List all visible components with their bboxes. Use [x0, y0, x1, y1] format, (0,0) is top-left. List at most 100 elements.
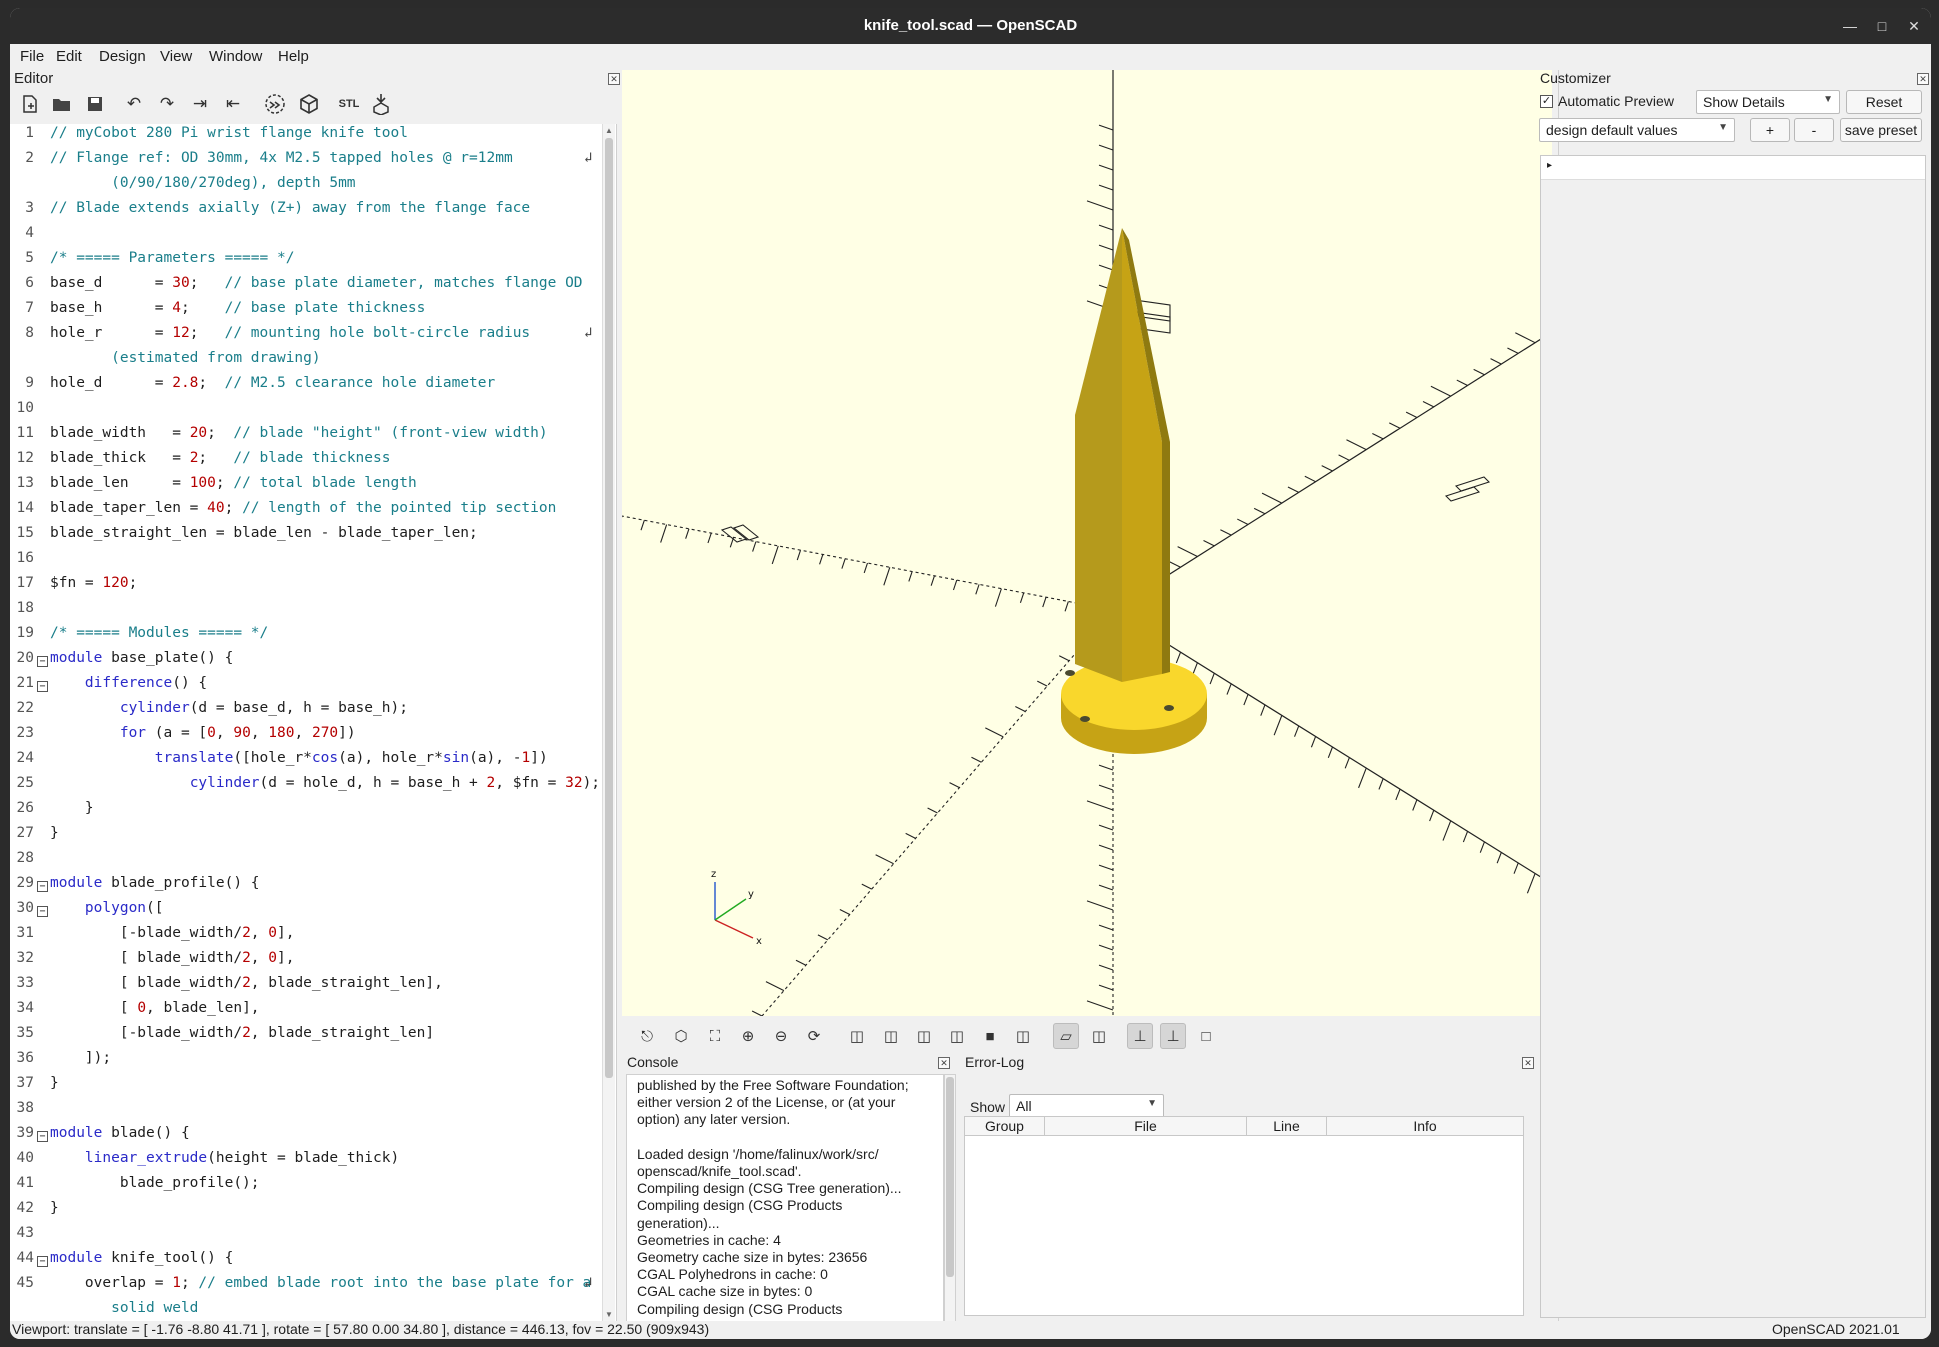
fold-toggle-icon[interactable]: − — [37, 656, 48, 667]
code-line[interactable]: solid weld — [10, 1300, 600, 1321]
orthogonal-icon[interactable]: ◫ — [1086, 1023, 1112, 1049]
unindent-icon[interactable]: ⇤ — [220, 91, 246, 117]
zoom-in-icon[interactable]: ⊕ — [735, 1023, 761, 1049]
code-line[interactable]: 8 hole_r = 12; // mounting hole bolt-circ… — [10, 325, 600, 350]
code-line[interactable]: 22 cylinder(d = base_d, h = base_h); — [10, 700, 600, 725]
code-line[interactable]: 12 blade_thick = 2; // blade thickness — [10, 450, 600, 475]
fold-toggle-icon[interactable]: − — [37, 1256, 48, 1267]
save-preset-button[interactable]: save preset — [1840, 118, 1922, 142]
show-axes-icon[interactable]: ⊥ — [1127, 1023, 1153, 1049]
minimize-icon[interactable]: — — [1840, 16, 1860, 36]
errorlog-col-group[interactable]: Group — [965, 1117, 1045, 1136]
view-left-icon[interactable]: ◫ — [944, 1023, 970, 1049]
close-icon[interactable]: ✕ — [1904, 16, 1924, 36]
code-line[interactable]: 17 $fn = 120; — [10, 575, 600, 600]
preset-select[interactable]: design default values ▼ — [1539, 118, 1735, 142]
view-all-icon[interactable]: ⛶ — [702, 1023, 728, 1049]
code-line[interactable]: 23 for (a = [0, 90, 180, 270]) — [10, 725, 600, 750]
code-line[interactable]: (estimated from drawing) — [10, 350, 600, 375]
errorlog-col-line[interactable]: Line — [1247, 1117, 1327, 1136]
code-line[interactable]: 11 blade_width = 20; // blade "height" (f… — [10, 425, 600, 450]
show-scale-icon[interactable]: ⊥ — [1160, 1023, 1186, 1049]
customizer-group-row[interactable]: ▸ — [1541, 156, 1925, 180]
preview-icon[interactable] — [262, 91, 288, 117]
remove-preset-button[interactable]: - — [1794, 118, 1834, 142]
code-line[interactable]: (0/90/180/270deg), depth 5mm — [10, 175, 600, 200]
editor-scrollbar[interactable]: ▲ ▼ — [602, 124, 615, 1321]
code-line[interactable]: 31 [-blade_width/2, 0], — [10, 925, 600, 950]
code-line[interactable]: 42} — [10, 1200, 600, 1225]
code-line[interactable]: 5 /* ===== Parameters ===== */ — [10, 250, 600, 275]
code-line[interactable]: 33 [ blade_width/2, blade_straight_len], — [10, 975, 600, 1000]
reset-view-icon[interactable]: ⟳ — [801, 1023, 827, 1049]
editor-scroll-thumb[interactable] — [605, 138, 613, 1078]
show-details-select[interactable]: Show Details ▼ — [1696, 90, 1840, 114]
open-file-icon[interactable] — [49, 91, 75, 117]
code-line[interactable]: 25 cylinder(d = hole_d, h = base_h + 2, … — [10, 775, 601, 800]
errorlog-show-select[interactable]: All ▼ — [1009, 1094, 1164, 1118]
errorlog-col-info[interactable]: Info — [1327, 1117, 1523, 1136]
fold-toggle-icon[interactable]: − — [37, 681, 48, 692]
editor-close-icon[interactable]: ✕ — [608, 73, 620, 85]
code-line[interactable]: 19 /* ===== Modules ===== */ — [10, 625, 600, 650]
code-line[interactable]: 15 blade_straight_len = blade_len - blade… — [10, 525, 600, 550]
code-line[interactable]: 37} — [10, 1075, 600, 1100]
code-line[interactable]: 40 linear_extrude(height = blade_thick) — [10, 1150, 600, 1175]
code-line[interactable]: 29− module blade_profile() { — [10, 875, 600, 900]
view-bottom-icon[interactable]: ◫ — [911, 1023, 937, 1049]
fold-toggle-icon[interactable]: − — [37, 906, 48, 917]
code-line[interactable]: 28 — [10, 850, 600, 875]
code-line[interactable]: 14 blade_taper_len = 40; // length of the… — [10, 500, 600, 525]
code-line[interactable]: 21− difference() { — [10, 675, 600, 700]
code-line[interactable]: 24 translate([hole_r*cos(a), hole_r*sin(… — [10, 750, 600, 775]
code-line[interactable]: 27} — [10, 825, 600, 850]
render-icon[interactable] — [296, 91, 322, 117]
code-editor[interactable]: 1 // myCobot 280 Pi wrist flange knife to… — [10, 124, 617, 1321]
code-line[interactable]: 39− module blade() { — [10, 1125, 600, 1150]
menu-edit[interactable]: Edit — [56, 48, 82, 65]
code-line[interactable]: 3 // Blade extends axially (Z+) away from… — [10, 200, 600, 225]
code-line[interactable]: 13 blade_len = 100; // total blade length — [10, 475, 600, 500]
code-line[interactable]: 43 — [10, 1225, 600, 1250]
fold-toggle-icon[interactable]: − — [37, 881, 48, 892]
viewport-preview-icon[interactable]: ⎋ — [634, 1023, 660, 1049]
code-line[interactable]: 45 overlap = 1; // embed blade root into… — [10, 1275, 600, 1300]
menu-view[interactable]: View — [160, 48, 192, 65]
menu-design[interactable]: Design — [99, 48, 146, 65]
code-line[interactable]: 7 base_h = 4; // base plate thickness — [10, 300, 600, 325]
code-line[interactable]: 6 base_d = 30; // base plate diameter, ma… — [10, 275, 600, 300]
perspective-icon[interactable]: ▱ — [1053, 1023, 1079, 1049]
errorlog-table[interactable]: Group File Line Info — [964, 1116, 1524, 1316]
code-line[interactable]: 18 — [10, 600, 600, 625]
console-scrollbar[interactable] — [944, 1074, 956, 1324]
reset-button[interactable]: Reset — [1846, 90, 1922, 114]
console-close-icon[interactable]: ✕ — [938, 1057, 950, 1069]
code-line[interactable]: 4 — [10, 225, 600, 250]
add-preset-button[interactable]: + — [1750, 118, 1790, 142]
view-right-icon[interactable]: ◫ — [844, 1023, 870, 1049]
show-edges-icon[interactable]: □ — [1193, 1023, 1219, 1049]
menu-help[interactable]: Help — [278, 48, 309, 65]
maximize-icon[interactable]: □ — [1872, 16, 1892, 36]
code-line[interactable]: 36 ]); — [10, 1050, 600, 1075]
fold-toggle-icon[interactable]: − — [37, 1131, 48, 1142]
auto-preview-checkbox[interactable]: ✓ — [1540, 95, 1553, 108]
undo-icon[interactable]: ↶ — [121, 91, 147, 117]
new-file-icon[interactable] — [17, 91, 43, 117]
code-line[interactable]: 34 [ 0, blade_len], — [10, 1000, 600, 1025]
code-line[interactable]: 2 // Flange ref: OD 30mm, 4x M2.5 tapped … — [10, 150, 600, 175]
code-line[interactable]: 35 [-blade_width/2, blade_straight_len] — [10, 1025, 600, 1050]
code-line[interactable]: 26 } — [10, 800, 600, 825]
errorlog-col-file[interactable]: File — [1045, 1117, 1247, 1136]
3d-viewport[interactable]: z x y — [622, 70, 1552, 1016]
code-line[interactable]: 20− module base_plate() { — [10, 650, 600, 675]
code-line[interactable]: 41 blade_profile(); — [10, 1175, 600, 1200]
code-line[interactable]: 16 — [10, 550, 600, 575]
errorlog-close-icon[interactable]: ✕ — [1522, 1057, 1534, 1069]
code-line[interactable]: 32 [ blade_width/2, 0], — [10, 950, 600, 975]
redo-icon[interactable]: ↷ — [154, 91, 180, 117]
code-line[interactable]: 10 — [10, 400, 600, 425]
viewport-render-icon[interactable]: ⬡ — [668, 1023, 694, 1049]
code-line[interactable]: 9 hole_d = 2.8; // M2.5 clearance hole di… — [10, 375, 600, 400]
export-stl-icon[interactable]: STL — [336, 91, 362, 117]
